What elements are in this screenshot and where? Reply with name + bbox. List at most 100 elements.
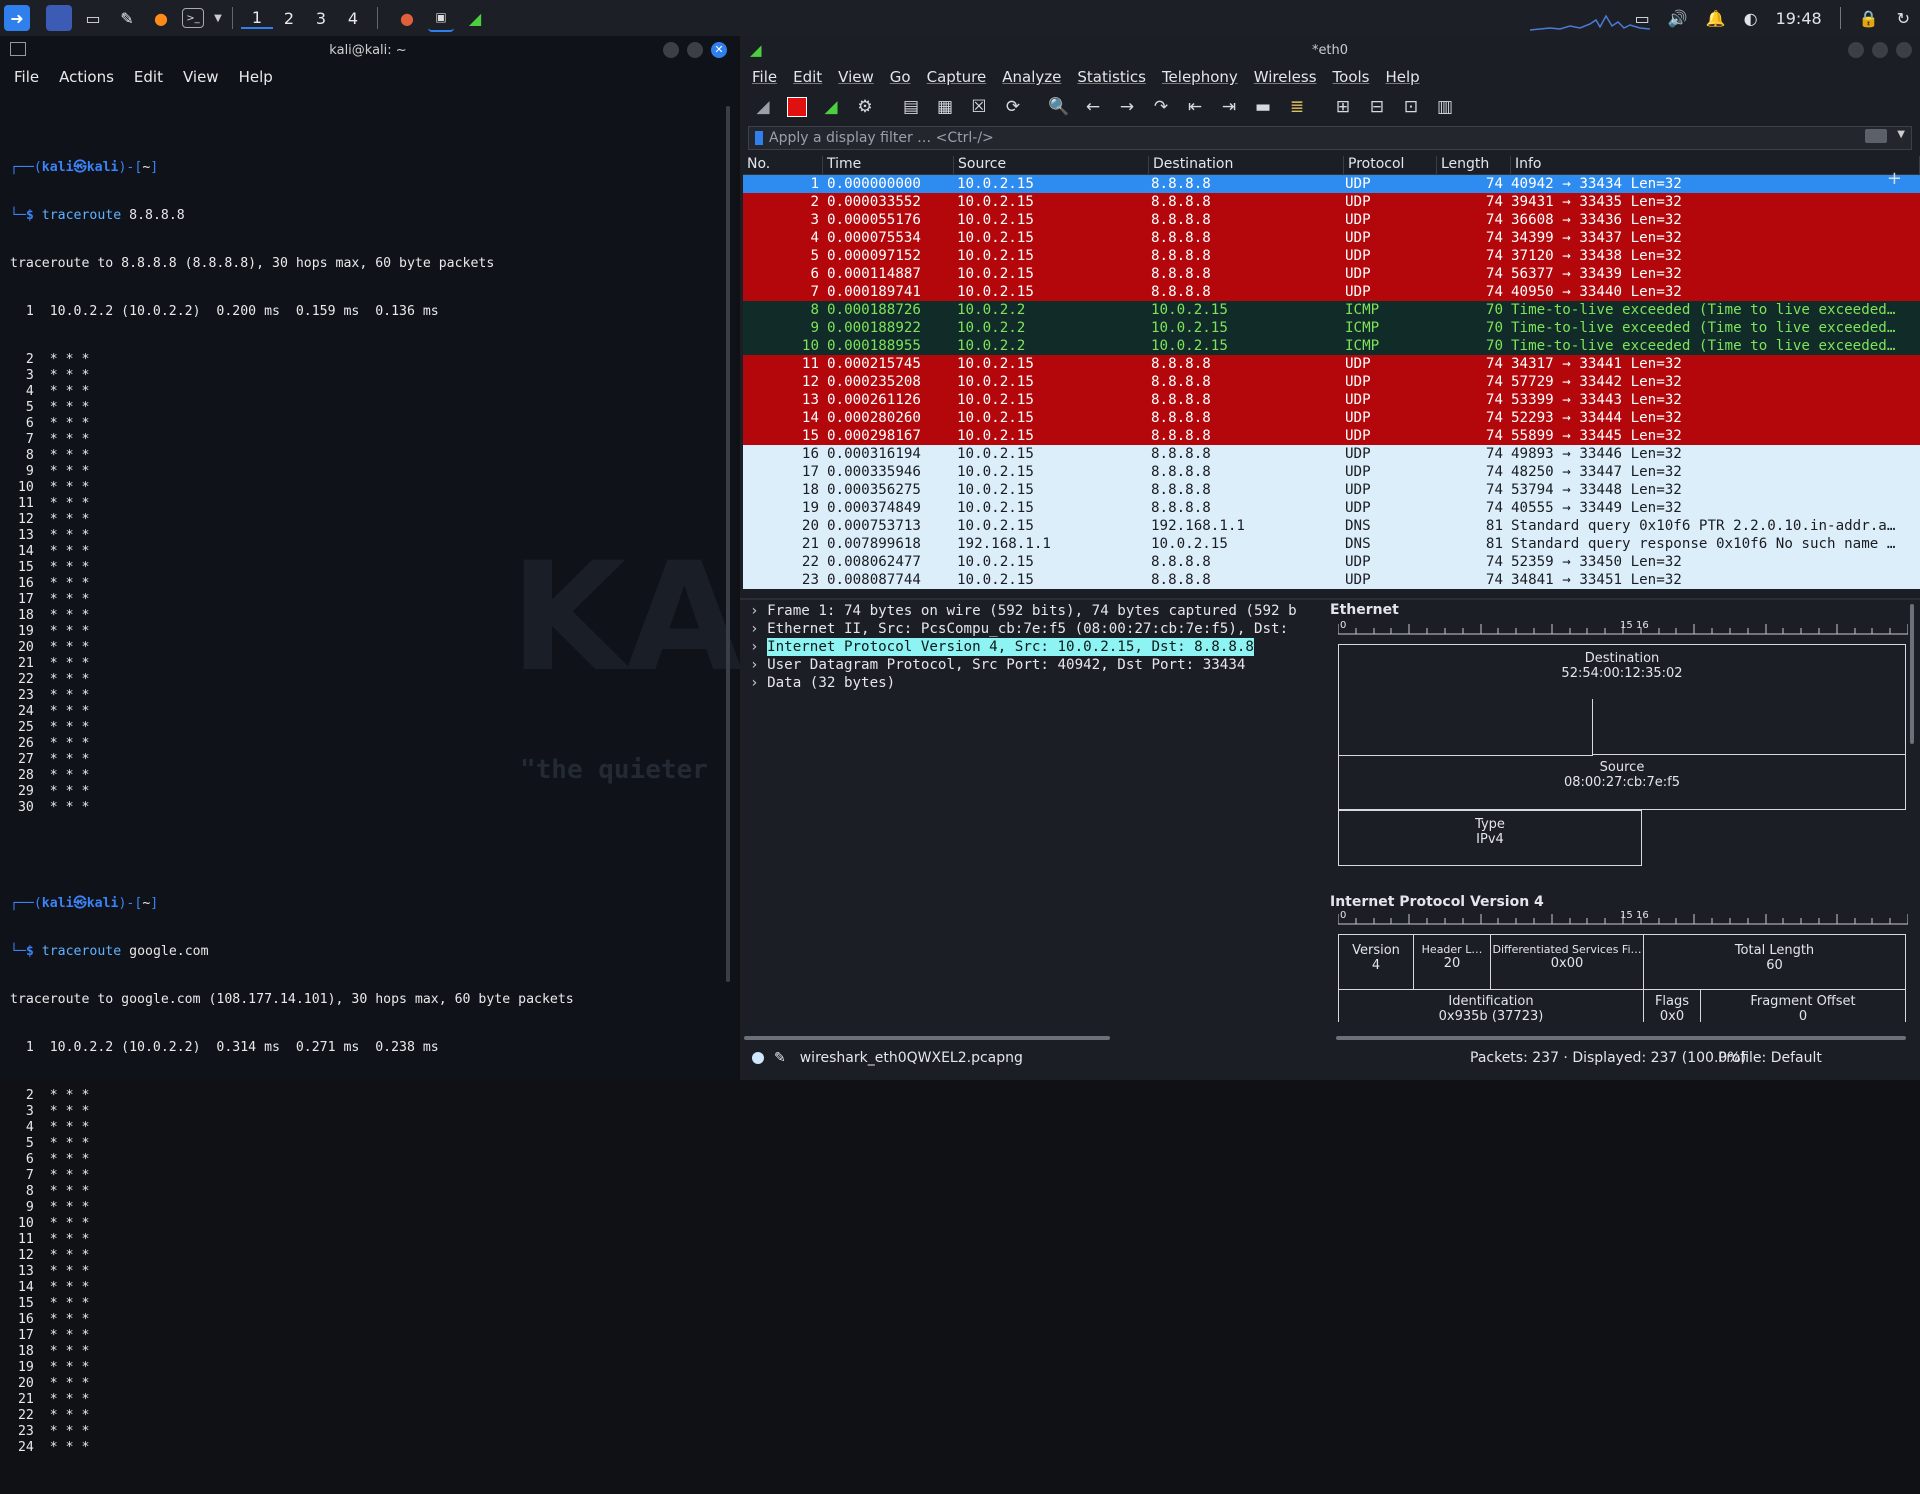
column-source[interactable]: Source (954, 156, 1149, 174)
packet-row[interactable]: 3 0.000055176 10.0.2.15 8.8.8.8 UDP 74 36608 →… (743, 211, 1920, 229)
column-no[interactable]: No. (743, 156, 823, 174)
autoscroll-icon[interactable]: ▬ (1250, 94, 1276, 120)
menu-edit[interactable]: Edit (793, 68, 822, 86)
terminal-output[interactable]: KA "the quieter ┌──(kali㉿kali)-[~] └─$ t… (0, 90, 742, 1494)
menu-view[interactable]: View (183, 68, 219, 86)
restart-capture-icon[interactable]: ◢ (818, 94, 844, 120)
refresh-icon[interactable]: ↻ (1897, 9, 1910, 28)
packet-row[interactable]: 15 0.000298167 10.0.2.15 8.8.8.8 UDP 74 55899 … (743, 427, 1920, 445)
packet-row[interactable]: 16 0.000316194 10.0.2.15 8.8.8.8 UDP 74 49893 … (743, 445, 1920, 463)
packet-row[interactable]: 13 0.000261126 10.0.2.15 8.8.8.8 UDP 74 53399 … (743, 391, 1920, 409)
packet-row[interactable]: 2 0.000033552 10.0.2.15 8.8.8.8 UDP 74 39431 →… (743, 193, 1920, 211)
packet-diagram[interactable]: Ethernet 0 15 16 Destination 52:54:00:12… (1330, 602, 1920, 1024)
column-time[interactable]: Time (823, 156, 954, 174)
expand-arrow-icon[interactable]: › (750, 620, 767, 638)
normal-size-icon[interactable]: ⊡ (1398, 94, 1424, 120)
maximize-button[interactable] (687, 42, 703, 58)
detail-tree-item[interactable]: › Internet Protocol Version 4, Src: 10.0… (740, 638, 1328, 656)
file-manager-icon[interactable]: ▭ (80, 5, 106, 31)
expand-arrow-icon[interactable]: › (750, 602, 767, 620)
profile-indicator[interactable]: Profile: Default (1718, 1050, 1822, 1066)
resize-columns-icon[interactable]: ▥ (1432, 94, 1458, 120)
capture-options-icon[interactable]: ⚙ (852, 94, 878, 120)
destination-field[interactable]: Destination 52:54:00:12:35:02 (1338, 644, 1906, 700)
firefox-icon[interactable]: ● (148, 5, 174, 31)
start-capture-fin-icon[interactable]: ◢ (750, 94, 776, 120)
desktop-icon[interactable] (46, 5, 72, 31)
go-forward-icon[interactable]: → (1114, 94, 1140, 120)
terminal-window-menu-icon[interactable] (10, 42, 26, 56)
minimize-button[interactable] (663, 42, 679, 58)
detail-tree-item[interactable]: › Ethernet II, Src: PcsCompu_cb:7e:f5 (0… (740, 620, 1328, 638)
menu-telephony[interactable]: Telephony (1162, 68, 1238, 86)
menu-capture[interactable]: Capture (927, 68, 987, 86)
expand-arrow-icon[interactable]: › (750, 674, 767, 692)
column-destination[interactable]: Destination (1149, 156, 1344, 174)
menu-help[interactable]: Help (1385, 68, 1419, 86)
find-packet-icon[interactable]: 🔍 (1046, 94, 1072, 120)
packet-details[interactable]: › Frame 1: 74 bytes on wire (592 bits), … (740, 602, 1328, 982)
go-first-icon[interactable]: ⇤ (1182, 94, 1208, 120)
menu-wireless[interactable]: Wireless (1254, 68, 1317, 86)
pane-splitter[interactable] (740, 598, 1920, 600)
workspace-4[interactable]: 4 (337, 9, 369, 28)
zoom-in-icon[interactable]: ⊞ (1330, 94, 1356, 120)
packet-row[interactable]: 10 0.000188955 10.0.2.2 10.0.2.15 ICMP 70 Time… (743, 337, 1920, 355)
workspace-1[interactable]: 1 (241, 8, 273, 29)
wireshark-window-icon[interactable]: ◢ (462, 5, 488, 31)
close-button[interactable]: ✕ (711, 42, 727, 58)
notification-bell-icon[interactable]: 🔔 (1706, 9, 1726, 28)
diagram-scrollbar[interactable] (1910, 604, 1914, 744)
identification-field[interactable]: Identification 0x935b (37723) (1338, 989, 1644, 1024)
minimize-button[interactable] (1848, 42, 1864, 58)
menu-tools[interactable]: Tools (1333, 68, 1370, 86)
volume-icon[interactable]: 🔊 (1668, 9, 1688, 28)
display-filter-input[interactable]: Apply a display filter … <Ctrl-/> (769, 130, 994, 146)
stop-capture-icon[interactable] (784, 94, 810, 120)
apply-filter-icon[interactable] (1865, 129, 1887, 143)
packet-row[interactable]: 17 0.000335946 10.0.2.15 8.8.8.8 UDP 74 48250 … (743, 463, 1920, 481)
detail-tree-item[interactable]: › Data (32 bytes) (740, 674, 1328, 692)
text-editor-icon[interactable]: ✎ (114, 5, 140, 31)
add-filter-button[interactable]: + (1887, 168, 1902, 189)
packet-row[interactable]: 19 0.000374849 10.0.2.15 8.8.8.8 UDP 74 40555 … (743, 499, 1920, 517)
expand-arrow-icon[interactable]: › (750, 656, 767, 674)
packet-row[interactable]: 23 0.008087744 10.0.2.15 8.8.8.8 UDP 74 34841 … (743, 571, 1920, 589)
total-length-field[interactable]: Total Length 60 (1643, 934, 1906, 990)
go-last-icon[interactable]: ⇥ (1216, 94, 1242, 120)
go-back-icon[interactable]: ← (1080, 94, 1106, 120)
workspace-3[interactable]: 3 (305, 9, 337, 28)
detail-tree-item[interactable]: › Frame 1: 74 bytes on wire (592 bits), … (740, 602, 1328, 620)
packet-row[interactable]: 18 0.000356275 10.0.2.15 8.8.8.8 UDP 74 53794 … (743, 481, 1920, 499)
packet-row[interactable]: 8 0.000188726 10.0.2.2 10.0.2.15 ICMP 70 Time-… (743, 301, 1920, 319)
version-field[interactable]: Version 4 (1338, 934, 1414, 990)
kali-menu-icon[interactable]: ➜ (4, 5, 30, 31)
reload-file-icon[interactable]: ⟳ (1000, 94, 1026, 120)
column-length[interactable]: Length (1437, 156, 1511, 174)
capture-status-icon[interactable] (752, 1052, 764, 1064)
close-file-icon[interactable]: ☒ (966, 94, 992, 120)
column-protocol[interactable]: Protocol (1344, 156, 1437, 174)
go-to-packet-icon[interactable]: ↷ (1148, 94, 1174, 120)
packet-row[interactable]: 5 0.000097152 10.0.2.15 8.8.8.8 UDP 74 37120 →… (743, 247, 1920, 265)
diagram-hscrollbar[interactable] (1336, 1036, 1906, 1040)
firefox-window-icon[interactable]: ● (394, 5, 420, 31)
flags-field[interactable]: Flags 0x0 (1643, 989, 1701, 1024)
power-manager-icon[interactable]: ◐ (1744, 9, 1758, 28)
zoom-out-icon[interactable]: ⊟ (1364, 94, 1390, 120)
menu-statistics[interactable]: Statistics (1077, 68, 1146, 86)
packet-row[interactable]: 14 0.000280260 10.0.2.15 8.8.8.8 UDP 74 52293 … (743, 409, 1920, 427)
packet-row[interactable]: 1 0.000000000 10.0.2.15 8.8.8.8 UDP 74 40942 →… (743, 175, 1920, 193)
packet-row[interactable]: 6 0.000114887 10.0.2.15 8.8.8.8 UDP 74 56377 →… (743, 265, 1920, 283)
filter-dropdown-icon[interactable]: ▼ (1897, 129, 1905, 140)
clock[interactable]: 19:48 (1776, 9, 1822, 28)
dsf-field[interactable]: Differentiated Services Fi… 0x00 (1490, 934, 1644, 990)
packet-list[interactable]: 1 0.000000000 10.0.2.15 8.8.8.8 UDP 74 40942 →… (743, 175, 1920, 589)
terminal-window-icon[interactable]: ▣ (428, 4, 454, 32)
menu-file[interactable]: File (752, 68, 777, 86)
header-length-field[interactable]: Header L… 20 (1413, 934, 1491, 990)
packet-row[interactable]: 7 0.000189741 10.0.2.15 8.8.8.8 UDP 74 40950 →… (743, 283, 1920, 301)
fragment-offset-field[interactable]: Fragment Offset 0 (1700, 989, 1906, 1024)
chevron-down-icon[interactable]: ▼ (212, 5, 224, 31)
packet-row[interactable]: 20 0.000753713 10.0.2.15 192.168.1.1 DNS 81 St… (743, 517, 1920, 535)
